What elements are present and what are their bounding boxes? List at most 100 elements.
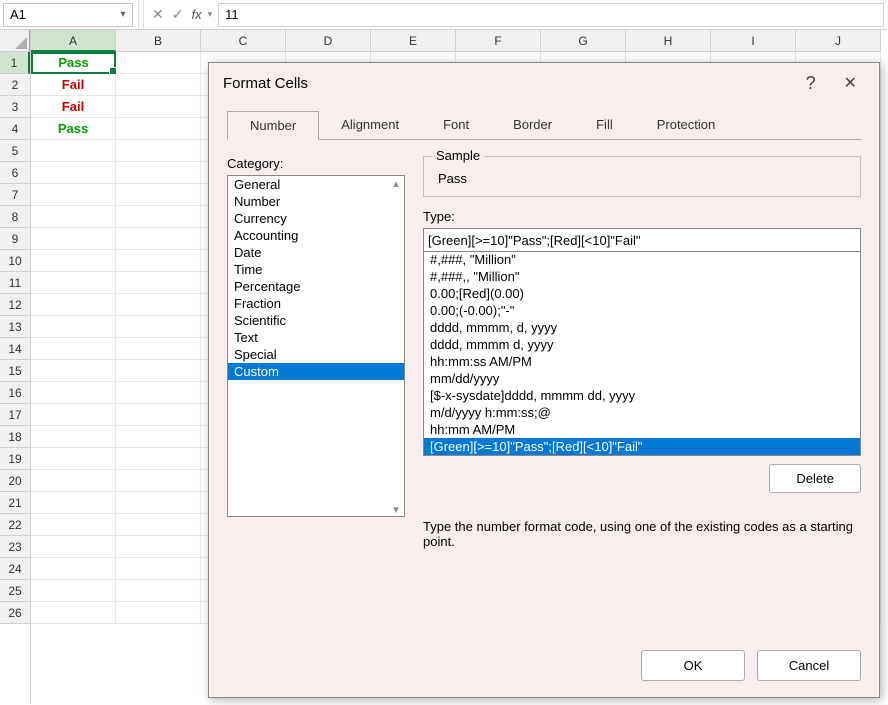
row-header[interactable]: 25 (0, 580, 30, 602)
cell[interactable] (31, 294, 116, 316)
row-header[interactable]: 15 (0, 360, 30, 382)
cell[interactable] (31, 448, 116, 470)
row-header[interactable]: 4 (0, 118, 30, 140)
format-item[interactable]: 0.00;(-0.00);"-" (424, 302, 860, 319)
format-codes-listbox[interactable]: #,###, "Million"#,###,, "Million"0.00;[R… (423, 252, 861, 456)
row-header[interactable]: 21 (0, 492, 30, 514)
close-icon[interactable]: ✕ (836, 69, 865, 97)
row-header[interactable]: 10 (0, 250, 30, 272)
cell[interactable] (116, 162, 201, 184)
cell[interactable] (31, 602, 116, 624)
cell[interactable]: Pass (31, 118, 116, 140)
cell[interactable] (116, 558, 201, 580)
category-item[interactable]: General (228, 176, 404, 193)
cell[interactable] (116, 74, 201, 96)
category-item[interactable]: Text (228, 329, 404, 346)
row-header[interactable]: 24 (0, 558, 30, 580)
cell[interactable] (31, 206, 116, 228)
cell[interactable]: Pass (31, 52, 116, 74)
cell[interactable] (116, 96, 201, 118)
cell[interactable] (116, 514, 201, 536)
format-item[interactable]: #,###, "Million" (424, 252, 860, 268)
cancel-button[interactable]: Cancel (757, 650, 861, 681)
format-item[interactable]: 0.00;[Red](0.00) (424, 285, 860, 302)
format-item[interactable]: [$-x-sysdate]dddd, mmmm dd, yyyy (424, 387, 860, 404)
cell[interactable] (116, 492, 201, 514)
cell[interactable] (116, 360, 201, 382)
tab-protection[interactable]: Protection (635, 111, 738, 140)
format-item[interactable]: m/d/yyyy h:mm:ss;@ (424, 404, 860, 421)
format-item[interactable]: mm/dd/yyyy (424, 370, 860, 387)
category-item[interactable]: Special (228, 346, 404, 363)
formula-bar-resize-handle[interactable] (138, 0, 144, 29)
column-header[interactable]: D (286, 30, 371, 52)
cell[interactable] (31, 140, 116, 162)
cell[interactable] (116, 382, 201, 404)
category-item[interactable]: Number (228, 193, 404, 210)
cell[interactable] (116, 250, 201, 272)
column-header[interactable]: H (626, 30, 711, 52)
cell[interactable] (31, 558, 116, 580)
cell[interactable] (116, 184, 201, 206)
row-header[interactable]: 3 (0, 96, 30, 118)
tab-fill[interactable]: Fill (574, 111, 635, 140)
fx-dropdown-icon[interactable]: ▾ (208, 9, 213, 20)
ok-button[interactable]: OK (641, 650, 745, 681)
row-header[interactable]: 12 (0, 294, 30, 316)
category-item[interactable]: Fraction (228, 295, 404, 312)
cell[interactable] (31, 316, 116, 338)
cell[interactable] (116, 426, 201, 448)
cell[interactable] (116, 338, 201, 360)
cell[interactable] (116, 206, 201, 228)
row-header[interactable]: 5 (0, 140, 30, 162)
row-header[interactable]: 26 (0, 602, 30, 624)
format-item[interactable]: dddd, mmmm d, yyyy (424, 336, 860, 353)
formula-input[interactable] (218, 3, 884, 27)
category-item[interactable]: Percentage (228, 278, 404, 295)
row-header[interactable]: 20 (0, 470, 30, 492)
cell[interactable] (116, 470, 201, 492)
help-icon[interactable]: ? (806, 73, 816, 94)
dialog-titlebar[interactable]: Format Cells ? ✕ (209, 63, 879, 103)
row-header[interactable]: 19 (0, 448, 30, 470)
cell[interactable] (116, 294, 201, 316)
cell[interactable] (31, 426, 116, 448)
column-header[interactable]: C (201, 30, 286, 52)
cell[interactable] (116, 228, 201, 250)
column-header[interactable]: J (796, 30, 881, 52)
select-all-corner[interactable] (0, 30, 30, 52)
cell[interactable]: Fail (31, 74, 116, 96)
cell[interactable] (116, 140, 201, 162)
row-header[interactable]: 6 (0, 162, 30, 184)
category-item[interactable]: Scientific (228, 312, 404, 329)
cell[interactable] (116, 448, 201, 470)
cell[interactable]: Fail (31, 96, 116, 118)
fx-icon[interactable]: fx (191, 7, 201, 22)
cancel-icon[interactable]: ✕ (152, 6, 164, 23)
cell[interactable] (116, 118, 201, 140)
row-header[interactable]: 14 (0, 338, 30, 360)
column-header[interactable]: I (711, 30, 796, 52)
cell[interactable] (31, 184, 116, 206)
category-item[interactable]: Date (228, 244, 404, 261)
category-item[interactable]: Accounting (228, 227, 404, 244)
scroll-up-icon[interactable]: ▴ (390, 177, 402, 189)
cell[interactable] (31, 272, 116, 294)
column-header[interactable]: G (541, 30, 626, 52)
cell[interactable] (116, 404, 201, 426)
cell[interactable] (31, 338, 116, 360)
cell[interactable] (31, 360, 116, 382)
cell[interactable] (31, 580, 116, 602)
row-header[interactable]: 23 (0, 536, 30, 558)
type-input[interactable] (423, 228, 861, 252)
cell[interactable] (31, 514, 116, 536)
format-item[interactable]: hh:mm AM/PM (424, 421, 860, 438)
row-header[interactable]: 22 (0, 514, 30, 536)
category-item[interactable]: Custom (228, 363, 404, 380)
cell[interactable] (31, 536, 116, 558)
row-header[interactable]: 13 (0, 316, 30, 338)
row-header[interactable]: 16 (0, 382, 30, 404)
column-header[interactable]: E (371, 30, 456, 52)
row-header[interactable]: 2 (0, 74, 30, 96)
delete-button[interactable]: Delete (769, 464, 861, 493)
